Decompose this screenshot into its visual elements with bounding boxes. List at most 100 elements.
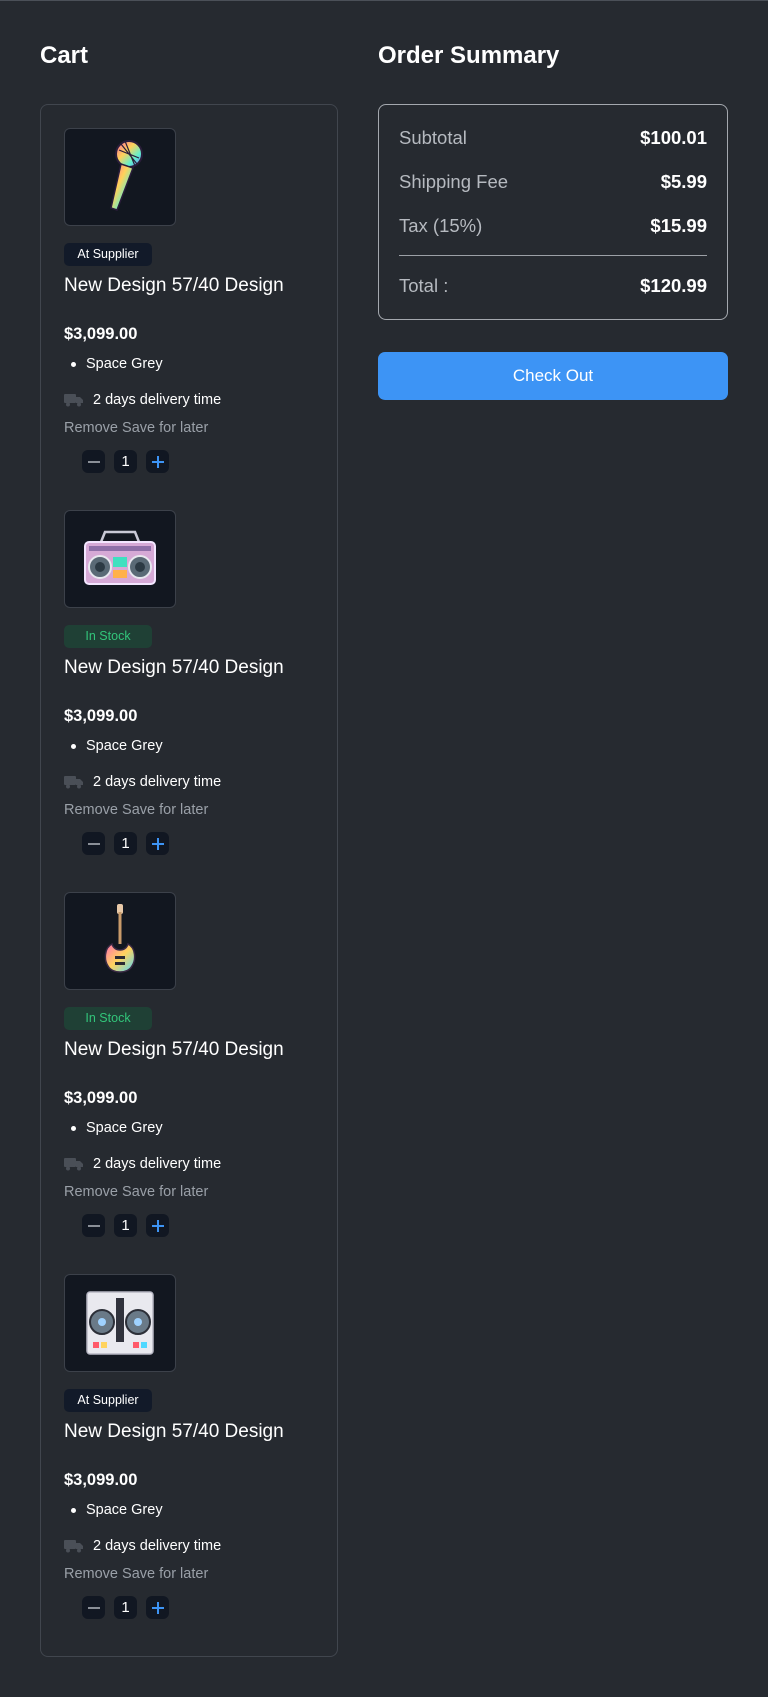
product-image-boombox[interactable] [64,510,176,608]
quantity-value[interactable]: 1 [114,1214,137,1237]
shipping-value: $5.99 [660,171,707,192]
plus-icon [151,455,164,468]
bullet-icon [71,1125,76,1131]
decrease-quantity-button[interactable] [82,832,105,855]
product-name[interactable]: New Design 57/40 Design [64,657,284,679]
quantity-stepper: 1 [82,1596,169,1619]
summary-divider [399,255,707,256]
remove-link[interactable]: Remove [64,1566,118,1582]
item-actions: Remove Save for later [64,1566,208,1582]
delivery-text: 2 days delivery time [93,774,222,790]
delivery-info: 2 days delivery time [64,774,221,790]
quantity-stepper: 1 [82,450,169,473]
product-image-dj-controller[interactable] [64,1274,176,1372]
item-actions: Remove Save for later [64,420,208,436]
quantity-value[interactable]: 1 [114,1596,137,1619]
subtotal-value: $100.01 [640,127,707,148]
product-name[interactable]: New Design 57/40 Design [64,275,284,297]
cart-list: At Supplier New Design 57/40 Design $3,0… [40,104,338,1657]
shipping-label: Shipping Fee [399,171,509,192]
quantity-stepper: 1 [82,832,169,855]
increase-quantity-button[interactable] [146,832,169,855]
top-divider [0,0,768,1]
save-for-later-link[interactable]: Save for later [122,420,208,436]
status-badge: At Supplier [64,243,152,266]
delivery-text: 2 days delivery time [93,1538,222,1554]
color-label: Space Grey [86,1502,163,1518]
remove-link[interactable]: Remove [64,1184,118,1200]
decrease-quantity-button[interactable] [82,1214,105,1237]
decrease-quantity-button[interactable] [82,1596,105,1619]
dj-controller-icon [86,1291,154,1355]
subtotal-row: Subtotal $100.01 [399,127,707,149]
order-summary-title: Order Summary [378,42,560,69]
product-color: Space Grey [71,738,163,754]
increase-quantity-button[interactable] [146,1214,169,1237]
product-price: $3,099.00 [64,707,138,725]
boombox-icon [84,530,156,585]
color-label: Space Grey [86,738,163,754]
product-color: Space Grey [71,1120,163,1136]
color-label: Space Grey [86,1120,163,1136]
delivery-info: 2 days delivery time [64,392,221,408]
item-actions: Remove Save for later [64,1184,208,1200]
subtotal-label: Subtotal [399,127,467,148]
status-badge: In Stock [64,625,152,648]
product-name[interactable]: New Design 57/40 Design [64,1421,284,1443]
product-price: $3,099.00 [64,1471,138,1489]
quantity-value[interactable]: 1 [114,450,137,473]
save-for-later-link[interactable]: Save for later [122,1184,208,1200]
color-label: Space Grey [86,356,163,372]
quantity-stepper: 1 [82,1214,169,1237]
item-actions: Remove Save for later [64,802,208,818]
product-price: $3,099.00 [64,325,138,343]
remove-link[interactable]: Remove [64,420,118,436]
total-row: Total : $120.99 [399,275,707,297]
status-badge: In Stock [64,1007,152,1030]
tax-value: $15.99 [650,215,707,236]
electric-guitar-icon [104,904,136,973]
cart-item: In Stock New Design 57/40 Design $3,099.… [64,487,324,867]
cart-item: In Stock New Design 57/40 Design $3,099.… [64,869,324,1249]
plus-icon [151,1601,164,1614]
delivery-text: 2 days delivery time [93,1156,222,1172]
decrease-quantity-button[interactable] [82,450,105,473]
increase-quantity-button[interactable] [146,450,169,473]
delivery-text: 2 days delivery time [93,392,222,408]
microphone-icon [110,140,143,211]
bullet-icon [71,361,76,367]
truck-icon [64,1540,83,1553]
status-badge: At Supplier [64,1389,152,1412]
delivery-info: 2 days delivery time [64,1538,221,1554]
save-for-later-link[interactable]: Save for later [122,802,208,818]
total-label: Total : [399,275,449,296]
truck-icon [64,776,83,789]
delivery-info: 2 days delivery time [64,1156,221,1172]
truck-icon [64,394,83,407]
save-for-later-link[interactable]: Save for later [122,1566,208,1582]
cart-item: At Supplier New Design 57/40 Design $3,0… [64,1251,324,1631]
tax-row: Tax (15%) $15.99 [399,215,707,237]
cart-item: At Supplier New Design 57/40 Design $3,0… [64,105,324,485]
remove-link[interactable]: Remove [64,802,118,818]
quantity-value[interactable]: 1 [114,832,137,855]
total-value: $120.99 [640,275,707,296]
minus-icon [87,1606,100,1609]
minus-icon [87,842,100,845]
checkout-button[interactable]: Check Out [378,352,728,400]
plus-icon [151,1219,164,1232]
increase-quantity-button[interactable] [146,1596,169,1619]
cart-title: Cart [40,42,89,69]
product-name[interactable]: New Design 57/40 Design [64,1039,284,1061]
tax-label: Tax (15%) [399,215,483,236]
bullet-icon [71,1507,76,1513]
product-image-electric-guitar[interactable] [64,892,176,990]
product-image-microphone[interactable] [64,128,176,226]
bullet-icon [71,743,76,749]
minus-icon [87,1224,100,1227]
truck-icon [64,1158,83,1171]
product-color: Space Grey [71,356,163,372]
order-summary-panel: Subtotal $100.01 Shipping Fee $5.99 Tax … [378,104,728,320]
product-color: Space Grey [71,1502,163,1518]
plus-icon [151,837,164,850]
